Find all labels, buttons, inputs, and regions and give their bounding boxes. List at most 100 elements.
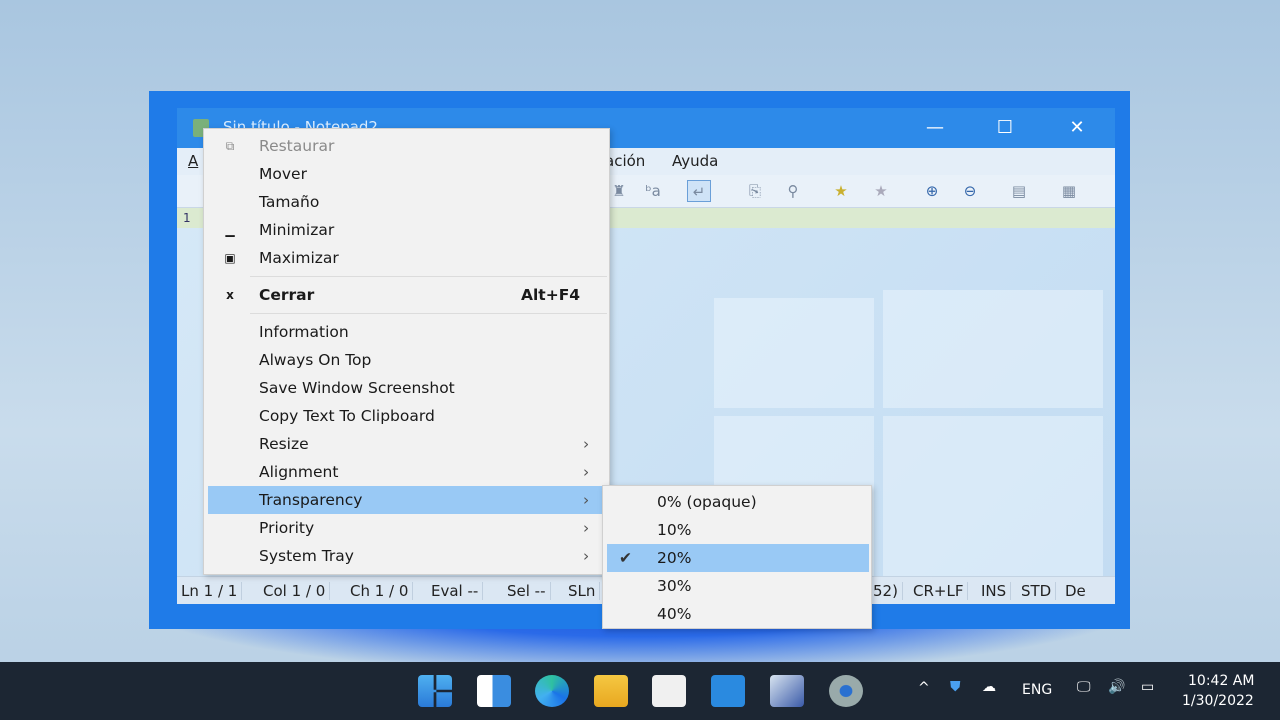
menu-item-tamaño[interactable]: Tamaño xyxy=(208,188,607,216)
find-icon[interactable]: ♜ xyxy=(607,180,631,202)
settings-icon[interactable] xyxy=(829,675,863,707)
minimize-button[interactable]: — xyxy=(905,108,965,148)
onedrive-cloud-icon[interactable]: ☁ xyxy=(982,679,996,695)
security-warning-icon[interactable]: ⛊ xyxy=(950,679,961,695)
menu-item-label: Mover xyxy=(259,165,307,183)
menu-item-label: Restaurar xyxy=(259,137,335,155)
menu-item-always-on-top[interactable]: Always On Top xyxy=(208,346,607,374)
status-insert-mode[interactable]: INS xyxy=(977,582,1012,600)
zoom-out-icon[interactable]: ⊖ xyxy=(958,180,982,202)
volume-icon[interactable]: 🔊 xyxy=(1108,679,1125,695)
menu-item-transparency[interactable]: Transparency › xyxy=(208,486,607,514)
transparency-submenu: 0% (opaque) 10% ✔ 20% 30% 40% xyxy=(602,485,872,629)
mail-icon[interactable] xyxy=(711,675,745,707)
menu-item-label: Save Window Screenshot xyxy=(259,379,455,397)
chevron-right-icon: › xyxy=(583,463,590,481)
menu-item-label: Always On Top xyxy=(259,351,372,369)
menu-ayuda[interactable]: Ayuda xyxy=(672,152,718,170)
replace-icon[interactable]: ᵇa xyxy=(641,180,665,202)
transparency-option-label: 0% (opaque) xyxy=(657,493,757,511)
transparency-option[interactable]: 0% (opaque) xyxy=(607,488,869,516)
transparency-option[interactable]: ✔ 20% xyxy=(607,544,869,572)
menu-item-label: Resize xyxy=(259,435,309,453)
transparency-option-label: 30% xyxy=(657,577,692,595)
add-favorite-icon[interactable]: ★ xyxy=(869,180,893,202)
transparency-option-label: 40% xyxy=(657,605,692,623)
menu-item-mover[interactable]: Mover xyxy=(208,160,607,188)
chevron-right-icon: › xyxy=(583,435,590,453)
line-number: 1 xyxy=(183,211,191,225)
status-lexer[interactable]: De xyxy=(1061,582,1090,600)
taskbar: ^ ⛊ ☁ ENG 🖵 🔊 ▭ 10:42 AM 1/30/2022 xyxy=(0,662,1280,720)
menu-item-label: Cerrar xyxy=(259,286,315,304)
maximize-icon: ▣ xyxy=(224,251,236,265)
menu-item-label: Alignment xyxy=(259,463,339,481)
copy-all-icon[interactable]: ⎘ xyxy=(743,180,767,202)
menu-separator xyxy=(250,313,607,314)
menu-item-restaurar[interactable]: ⧉ Restaurar xyxy=(208,132,607,160)
menu-item-copy-text-to-clipboard[interactable]: Copy Text To Clipboard xyxy=(208,402,607,430)
menu-item-save-window-screenshot[interactable]: Save Window Screenshot xyxy=(208,374,607,402)
status-eval: Eval -- xyxy=(427,582,484,600)
word-wrap-icon[interactable]: ↵ xyxy=(687,180,711,202)
zoom-find-icon[interactable]: ⚲ xyxy=(781,180,805,202)
close-button[interactable]: ✕ xyxy=(1047,108,1107,148)
transparency-option[interactable]: 30% xyxy=(607,572,869,600)
menu-item-label: Minimizar xyxy=(259,221,335,239)
menu-item-alignment[interactable]: Alignment › xyxy=(208,458,607,486)
transparency-option-label: 10% xyxy=(657,521,692,539)
close-icon: x xyxy=(226,288,234,302)
wallpaper-pane xyxy=(883,290,1103,408)
menu-item-label: Information xyxy=(259,323,349,341)
scheme-icon[interactable]: ▤ xyxy=(1007,180,1031,202)
menu-separator xyxy=(250,276,607,277)
zoom-in-icon[interactable]: ⊕ xyxy=(920,180,944,202)
show-hidden-icons-chevron-icon[interactable]: ^ xyxy=(918,680,930,696)
maximize-button[interactable]: ☐ xyxy=(975,108,1035,148)
notepad2-taskbar-icon[interactable] xyxy=(770,675,804,707)
network-icon[interactable]: 🖵 xyxy=(1077,679,1091,695)
menu-item-information[interactable]: Information xyxy=(208,318,607,346)
menu-configuracion[interactable]: ación xyxy=(605,152,645,170)
transparency-option-label: 20% xyxy=(657,549,692,567)
menu-item-label: Tamaño xyxy=(259,193,320,211)
menu-item-label: Priority xyxy=(259,519,315,537)
battery-icon[interactable]: ▭ xyxy=(1141,679,1154,695)
menu-item-label: System Tray xyxy=(259,547,354,565)
status-eol[interactable]: CR+LF xyxy=(909,582,969,600)
clock-date[interactable]: 1/30/2022 xyxy=(1182,693,1254,709)
menu-item-maximizar[interactable]: ▣ Maximizar xyxy=(208,244,607,272)
chevron-right-icon: › xyxy=(583,491,590,509)
chevron-right-icon: › xyxy=(583,547,590,565)
edge-icon[interactable] xyxy=(535,675,569,707)
status-std[interactable]: STD xyxy=(1017,582,1057,600)
status-sel-lines: SLn xyxy=(564,582,601,600)
transparency-option[interactable]: 10% xyxy=(607,516,869,544)
clock-time[interactable]: 10:42 AM xyxy=(1188,673,1254,689)
file-explorer-icon[interactable] xyxy=(594,675,628,707)
status-selection: Sel -- xyxy=(503,582,551,600)
menu-archivo[interactable]: A xyxy=(188,152,198,170)
menu-item-cerrar[interactable]: x Cerrar Alt+F4 xyxy=(208,281,607,309)
chevron-right-icon: › xyxy=(583,519,590,537)
menu-item-system-tray[interactable]: System Tray › xyxy=(208,542,607,570)
status-char: Ch 1 / 0 xyxy=(346,582,414,600)
store-icon[interactable] xyxy=(652,675,686,707)
favorite-star-icon[interactable]: ★ xyxy=(829,180,853,202)
status-encoding: 52) xyxy=(869,582,903,600)
shortcut-label: Alt+F4 xyxy=(521,286,581,304)
menu-item-resize[interactable]: Resize › xyxy=(208,430,607,458)
restore-icon: ⧉ xyxy=(225,139,235,153)
menu-item-priority[interactable]: Priority › xyxy=(208,514,607,542)
menu-item-label: Copy Text To Clipboard xyxy=(259,407,435,425)
status-column: Col 1 / 0 xyxy=(259,582,331,600)
widgets-icon[interactable] xyxy=(477,675,511,707)
system-context-menu: ⧉ Restaurar Mover Tamaño ▁ Minimizar ▣ Maximiza… xyxy=(203,128,610,575)
menu-item-label: Transparency xyxy=(259,491,363,509)
menu-item-label: Maximizar xyxy=(259,249,339,267)
customize-icon[interactable]: ▦ xyxy=(1057,180,1081,202)
menu-item-minimizar[interactable]: ▁ Minimizar xyxy=(208,216,607,244)
language-indicator[interactable]: ENG xyxy=(1022,682,1052,698)
transparency-option[interactable]: 40% xyxy=(607,600,869,628)
start-icon[interactable] xyxy=(418,675,452,707)
